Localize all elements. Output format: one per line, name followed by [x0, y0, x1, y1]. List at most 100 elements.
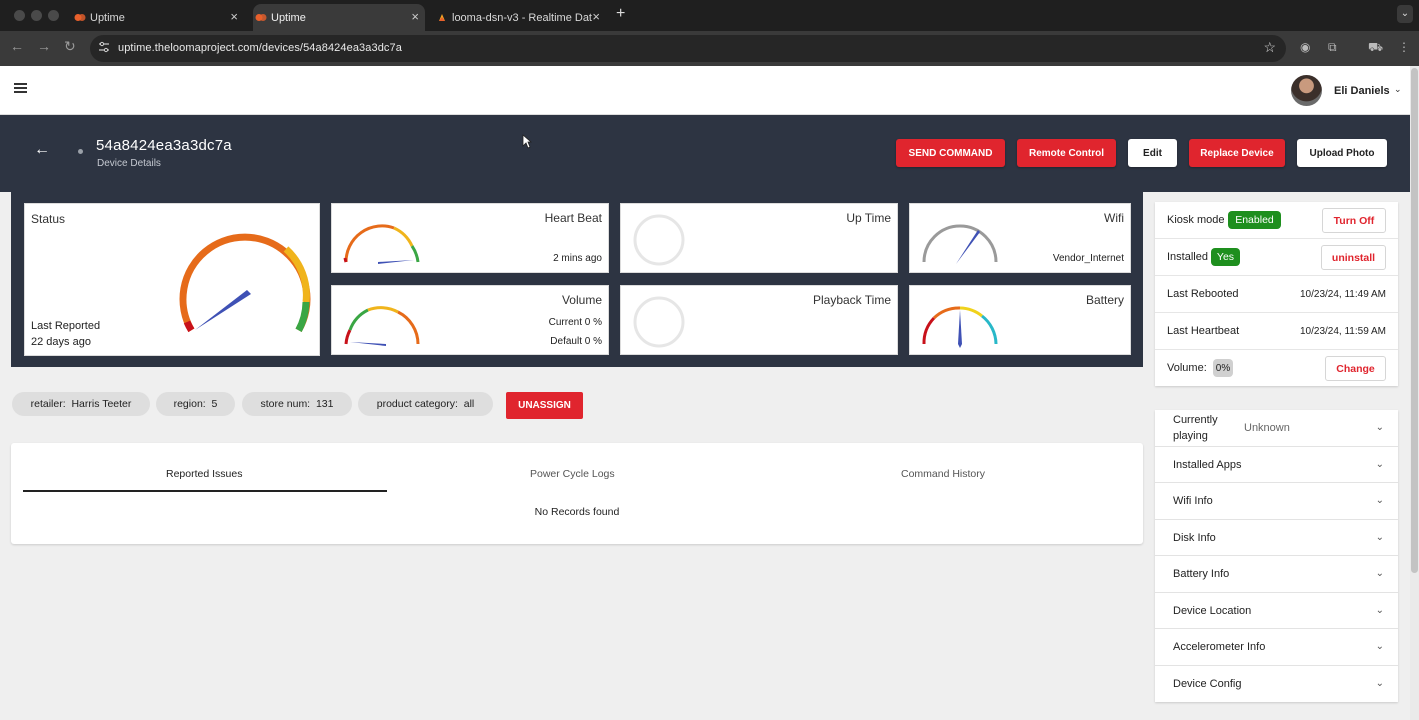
tab-close-icon[interactable]: × — [230, 9, 238, 24]
card-title: Wifi — [1104, 211, 1124, 225]
chip-key: product category: — [376, 398, 458, 410]
up-time-card: Up Time — [620, 203, 898, 273]
wifi-card: Wifi Vendor_Internet — [909, 203, 1131, 273]
url-text: uptime.theloomaproject.com/devices/54a84… — [118, 42, 402, 54]
chip-value: Harris Teeter — [71, 398, 132, 410]
chevron-down-icon[interactable]: ⌄ — [1376, 605, 1384, 616]
back-arrow-icon[interactable]: ← — [34, 141, 50, 159]
forward-arrow-icon[interactable]: → — [37, 38, 51, 54]
chevron-down-icon[interactable]: ⌄ — [1376, 495, 1384, 506]
volume-row: Volume: 0% Change — [1155, 350, 1398, 386]
tab-reported-issues[interactable]: Reported Issues — [166, 468, 242, 480]
tab-title: Uptime — [271, 11, 306, 24]
scrollbar-thumb[interactable] — [1411, 68, 1418, 573]
edit-button[interactable]: Edit — [1128, 139, 1177, 167]
card-title: Status — [31, 212, 66, 226]
chevron-down-icon[interactable]: ⌄ — [1376, 532, 1384, 543]
volume-label: Volume: — [1167, 362, 1207, 374]
window-close-control[interactable] — [14, 10, 25, 21]
accordion-label: Disk Info — [1173, 531, 1216, 544]
chevron-down-icon[interactable]: ⌄ — [1376, 568, 1384, 579]
heart-beat-gauge — [343, 224, 420, 264]
device-status-panel: Kiosk mode Enabled Turn Off Installed Ye… — [1155, 202, 1398, 386]
page-subtitle: Device Details — [97, 158, 161, 169]
store-num-chip: store num: 131 — [242, 392, 352, 416]
tab-title: Uptime — [90, 11, 125, 24]
extensions-puzzle-icon[interactable]: ⧉ — [1328, 40, 1342, 54]
accordion-label: playing — [1173, 430, 1208, 442]
accordion-device-location[interactable]: Device Location ⌄ — [1155, 593, 1398, 629]
site-settings-icon[interactable] — [98, 41, 110, 53]
send-command-button[interactable]: SEND COMMAND — [896, 139, 1005, 167]
accordion-installed-apps[interactable]: Installed Apps ⌄ — [1155, 447, 1398, 483]
last-heartbeat-label: Last Heartbeat — [1167, 325, 1240, 337]
device-banner: ← 54a8424ea3a3dc7a Device Details SEND C… — [0, 115, 1410, 192]
back-arrow-icon[interactable]: ← — [10, 38, 24, 54]
chevron-down-icon[interactable]: ⌄ — [1394, 84, 1402, 95]
status-badge: Yes — [1211, 248, 1240, 266]
user-name[interactable]: Eli Daniels — [1334, 85, 1390, 97]
chevron-down-icon[interactable]: ⌄ — [1376, 422, 1384, 433]
last-reported-label: Last Reported — [31, 320, 101, 332]
chevron-down-icon[interactable]: ⌄ — [1376, 459, 1384, 470]
accordion-currently-playing[interactable]: Currently playing Unknown ⌄ — [1155, 410, 1398, 447]
wifi-value: Vendor_Internet — [1052, 253, 1124, 264]
volume-default: Default 0 % — [550, 336, 602, 347]
accordion-disk-info[interactable]: Disk Info ⌄ — [1155, 520, 1398, 556]
address-bar[interactable]: uptime.theloomaproject.com/devices/54a84… — [90, 35, 1286, 62]
chip-key: region: — [173, 398, 206, 410]
tab-title: looma-dsn-v3 - Realtime Dat — [452, 11, 592, 24]
heart-beat-value: 2 mins ago — [553, 253, 602, 264]
avatar[interactable] — [1291, 75, 1322, 106]
browser-tab[interactable]: Uptime × — [72, 4, 244, 31]
last-heartbeat-row: Last Heartbeat 10/23/24, 11:59 AM — [1155, 313, 1398, 350]
accordion-battery-info[interactable]: Battery Info ⌄ — [1155, 556, 1398, 593]
playback-time-gauge — [633, 296, 685, 348]
product-category-chip: product category: all — [358, 392, 493, 416]
card-title: Playback Time — [812, 293, 891, 307]
turn-off-button[interactable]: Turn Off — [1322, 208, 1386, 233]
new-tab-icon[interactable]: + — [616, 5, 625, 23]
accordion-device-config[interactable]: Device Config ⌄ — [1155, 666, 1398, 703]
hamburger-menu-icon[interactable] — [14, 83, 27, 93]
last-rebooted-label: Last Rebooted — [1167, 288, 1239, 300]
remote-control-button[interactable]: Remote Control — [1017, 139, 1116, 167]
region-chip: region: 5 — [156, 392, 235, 416]
accordion-wifi-info[interactable]: Wifi Info ⌄ — [1155, 483, 1398, 520]
reload-icon[interactable]: ↻ — [64, 38, 76, 55]
chip-value: 131 — [315, 398, 334, 410]
wifi-gauge — [922, 224, 998, 264]
window-minimize-control[interactable] — [31, 10, 42, 21]
chevron-down-icon[interactable]: ⌄ — [1376, 641, 1384, 652]
tab-power-cycle-logs[interactable]: Power Cycle Logs — [530, 468, 615, 480]
tab-close-icon[interactable]: × — [592, 9, 600, 24]
volume-current: Current 0 % — [548, 317, 602, 328]
profile-icon[interactable]: ⛟ — [1368, 40, 1383, 54]
extension-icon[interactable]: ◉ — [1300, 40, 1314, 54]
change-volume-button[interactable]: Change — [1325, 356, 1386, 381]
last-reported-value: 22 days ago — [31, 336, 91, 348]
tab-search-icon[interactable]: ⌄ — [1397, 5, 1413, 23]
tab-command-history[interactable]: Command History — [901, 468, 985, 480]
active-tab-indicator — [23, 490, 387, 492]
accordion-label: Wifi Info — [1173, 495, 1213, 507]
unassign-button[interactable]: UNASSIGN — [506, 392, 583, 419]
browser-menu-icon[interactable]: ⋮ — [1398, 40, 1412, 54]
upload-photo-button[interactable]: Upload Photo — [1297, 139, 1387, 167]
tab-close-icon[interactable]: × — [411, 9, 419, 24]
window-zoom-control[interactable] — [48, 10, 59, 21]
chevron-down-icon[interactable]: ⌄ — [1376, 678, 1384, 689]
bookmark-star-icon[interactable]: ☆ — [1263, 39, 1276, 56]
accordion-label: Device Location — [1173, 604, 1252, 617]
chip-value: 5 — [211, 398, 218, 410]
browser-tab-active[interactable]: Uptime × — [253, 4, 425, 31]
installed-row: Installed Yes uninstall — [1155, 239, 1398, 276]
kiosk-mode-row: Kiosk mode Enabled Turn Off — [1155, 202, 1398, 239]
accordion-label: Installed Apps — [1173, 458, 1242, 471]
replace-device-button[interactable]: Replace Device — [1189, 139, 1285, 167]
device-info-accordion: Currently playing Unknown ⌄ Installed Ap… — [1155, 410, 1398, 702]
accordion-accelerometer-info[interactable]: Accelerometer Info ⌄ — [1155, 629, 1398, 666]
browser-tab[interactable]: looma-dsn-v3 - Realtime Dat × — [434, 4, 606, 31]
uninstall-button[interactable]: uninstall — [1321, 245, 1386, 270]
heart-beat-card: Heart Beat 2 mins ago — [331, 203, 609, 273]
